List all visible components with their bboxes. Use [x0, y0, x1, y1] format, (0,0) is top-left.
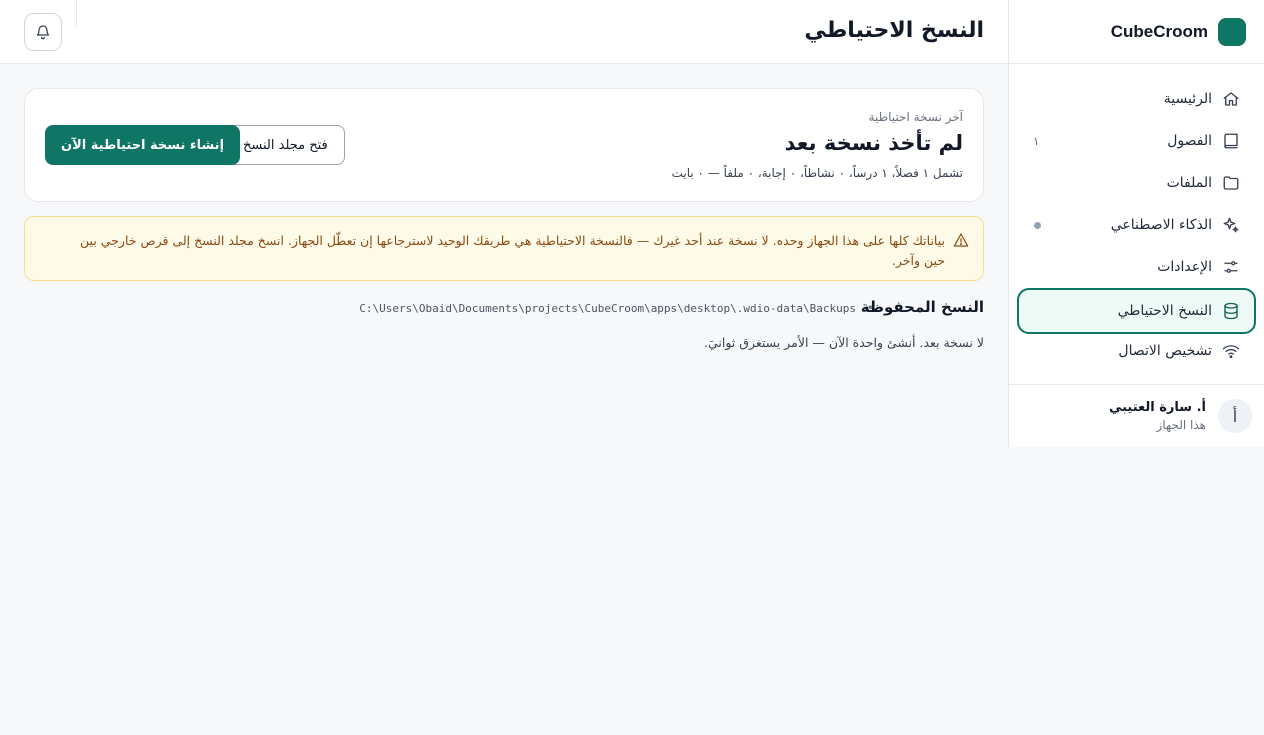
brand[interactable]: CubeCroom [1009, 0, 1264, 64]
card-heading: لم تأخذ نسخة بعد [784, 131, 963, 155]
sidebar-item-home[interactable]: الرئيسية [1017, 78, 1256, 120]
brand-logo-icon [1218, 17, 1246, 46]
sidebar-item-connection[interactable]: تشخيص الاتصال [1017, 330, 1256, 372]
empty-state-text: لا نسخة بعد. أنشئ واحدة الآن — الأمر يست… [704, 335, 984, 350]
sidebar-item-label: الذكاء الاصطناعي [1110, 217, 1212, 233]
count-badge: ١ [1033, 134, 1040, 148]
sidebar-item-classes[interactable]: الفصول ١ [1017, 120, 1256, 162]
card-eyebrow: آخر نسخة احتياطية [868, 110, 963, 124]
wifi-icon [1222, 345, 1240, 359]
sidebar-item-label: الملفات [1166, 175, 1212, 191]
user-name: أ. سارة العتيبي [1108, 400, 1206, 415]
sidebar-item-ai[interactable]: الذكاء الاصطناعي [1017, 204, 1256, 246]
sidebar-item-files[interactable]: الملفات [1017, 162, 1256, 204]
page-title: النسخ الاحتياطي [804, 18, 984, 43]
status-dot-icon [1034, 221, 1041, 229]
user-info: أ. سارة العتيبي هذا الجهاز [1109, 400, 1206, 432]
sidebar-item-label: تشخيص الاتصال [1118, 343, 1212, 359]
bell-icon [36, 25, 50, 40]
card-meta: تشمل ١ فصلاً، ١ درساً، ٠ نشاطاً، ٠ إجابة… [671, 166, 963, 180]
user-subtitle: هذا الجهاز [1156, 418, 1207, 432]
sidebar-item-backup[interactable]: النسخ الاحتياطي [1017, 288, 1256, 334]
saved-backups-title: النسخ المحفوظة [860, 298, 984, 316]
warning-alert: بياناتك كلها على هذا الجهاز وحده. لا نسخ… [24, 216, 984, 281]
sidebar-item-label: الإعدادات [1157, 259, 1212, 275]
create-backup-button[interactable]: إنشاء نسخة احتياطية الآن [45, 125, 241, 165]
separator-dot: • [866, 301, 874, 315]
sidebar-nav: الرئيسية الفصول ١ الملفات الذكاء الاصطنا… [1009, 64, 1264, 372]
alert-text: بياناتك كلها على هذا الجهاز وحده. لا نسخ… [80, 233, 945, 268]
backup-summary-card: آخر نسخة احتياطية لم تأخذ نسخة بعد تشمل … [24, 88, 984, 202]
backup-folder-path: C:\Users\Obaid\Documents\projects\CubeCr… [359, 302, 856, 315]
home-icon [1223, 92, 1239, 106]
database-icon [1224, 302, 1238, 320]
brand-name: CubeCroom [1110, 21, 1208, 41]
top-header: النسخ الاحتياطي [0, 0, 1008, 64]
open-backup-folder-button[interactable]: فتح مجلد النسخ [226, 125, 345, 165]
sparkles-icon [1223, 217, 1239, 233]
sidebar-item-label: النسخ الاحتياطي [1117, 303, 1212, 319]
avatar: أ [1218, 399, 1252, 433]
folder-icon [1223, 176, 1239, 190]
header-divider [76, 0, 77, 26]
sidebar-item-settings[interactable]: الإعدادات [1017, 246, 1256, 288]
user-profile[interactable]: أ أ. سارة العتيبي هذا الجهاز [1009, 384, 1264, 447]
notifications-button[interactable] [24, 13, 62, 51]
warning-icon [953, 233, 969, 247]
sidebar-item-label: الرئيسية [1163, 91, 1212, 107]
book-icon [1224, 133, 1238, 149]
sidebar: CubeCroom الرئيسية الفصول ١ الملفات الذك… [1008, 0, 1264, 447]
sliders-icon [1224, 261, 1238, 273]
sidebar-item-label: الفصول [1167, 133, 1212, 149]
